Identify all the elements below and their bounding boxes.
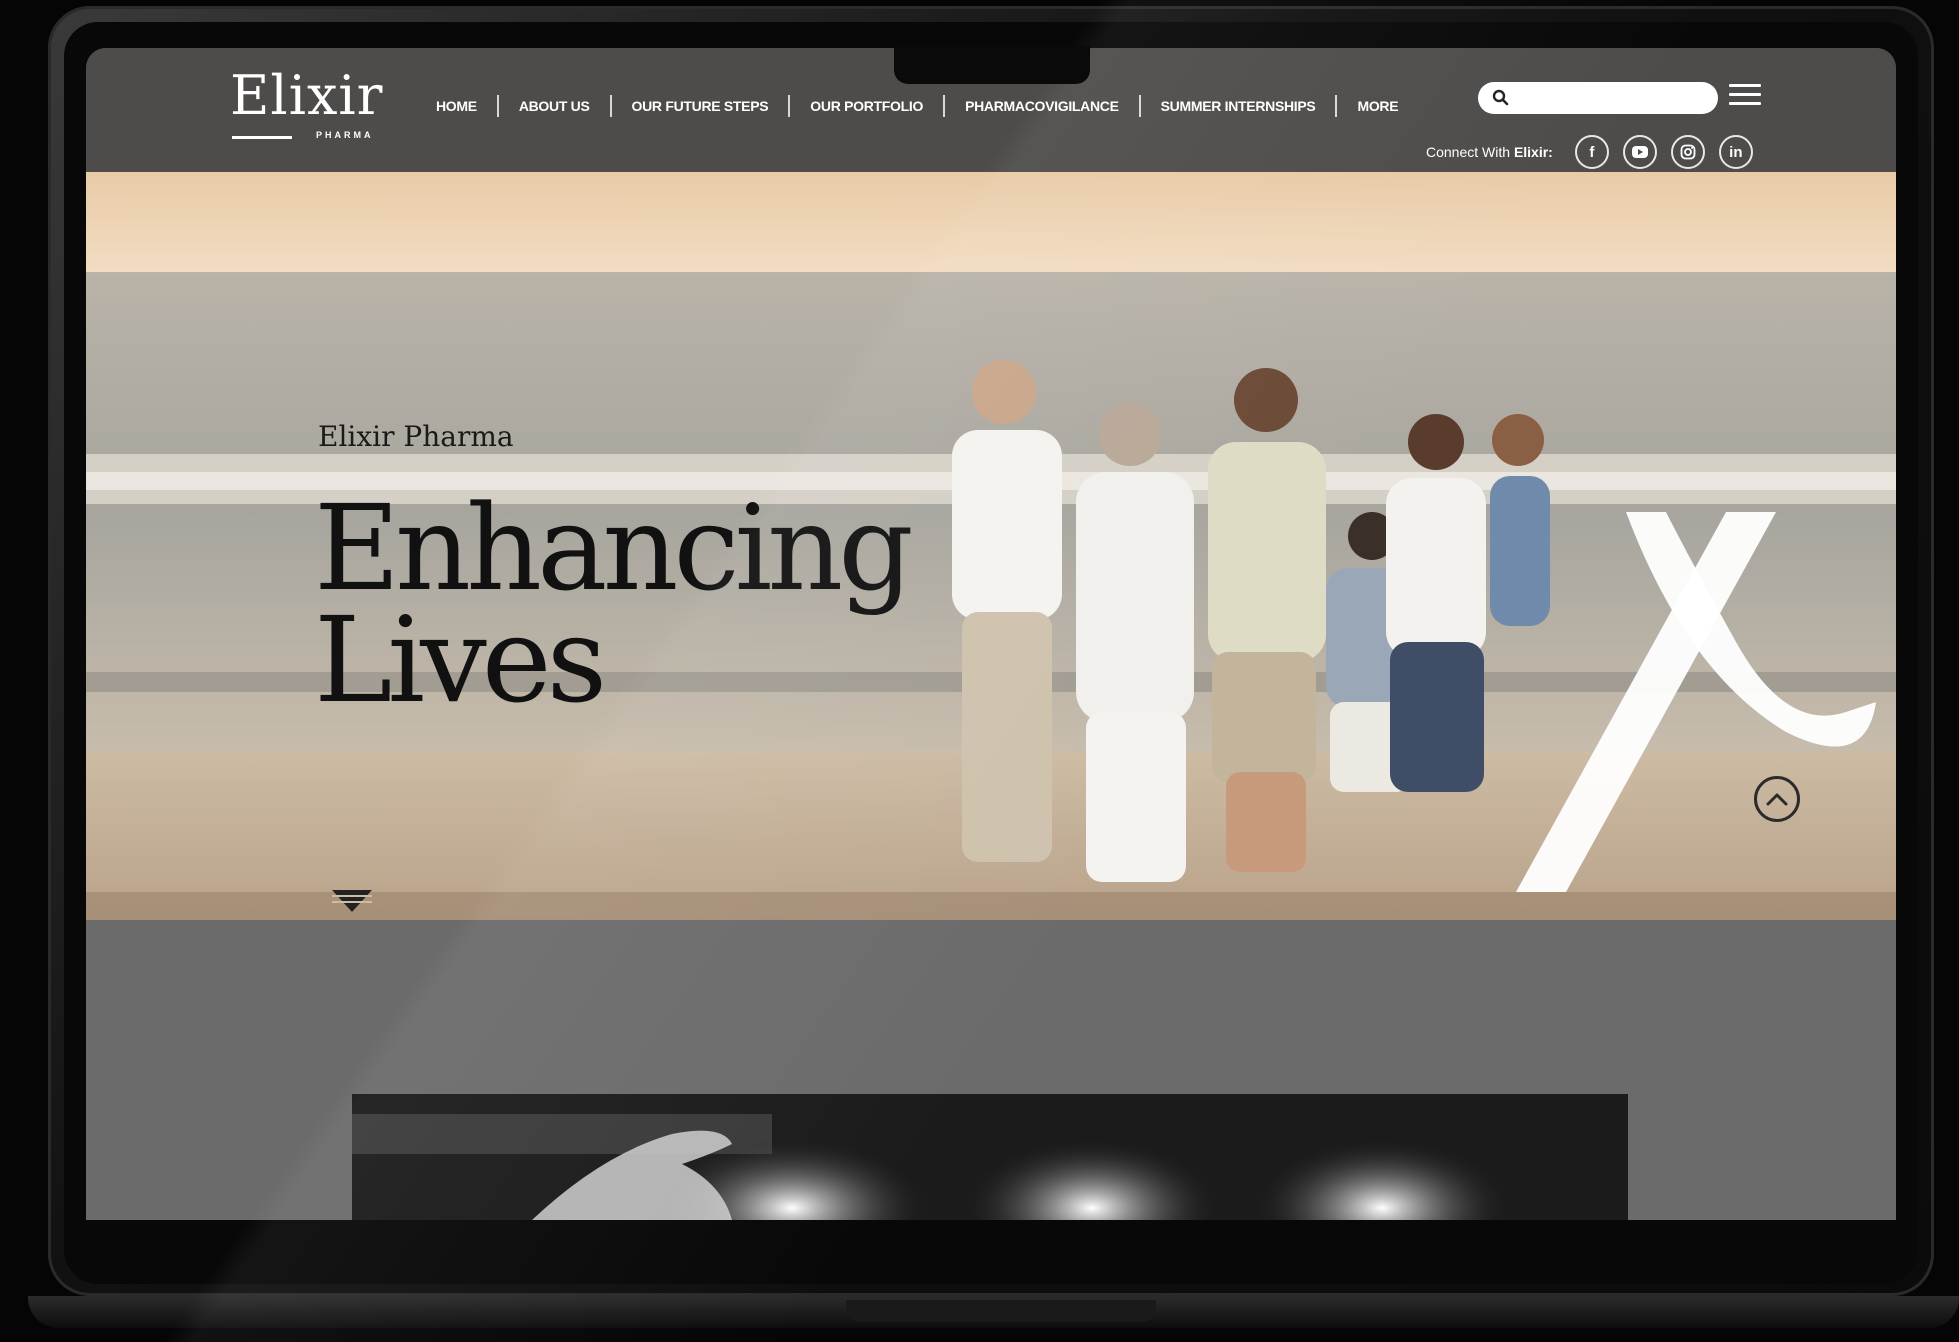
hero-title-line1: Enhancing	[314, 479, 914, 617]
connect-label: Connect With	[1426, 144, 1511, 160]
connect-brand: Elixir:	[1513, 144, 1553, 160]
hero-kicker: Elixir Pharma	[318, 420, 514, 453]
search-input[interactable]	[1514, 89, 1708, 107]
scroll-up-button[interactable]	[1754, 776, 1800, 822]
nav-item-pharmacovigilance[interactable]: PHARMACOVIGILANCE	[945, 95, 1141, 117]
scroll-down-arrow-icon[interactable]	[330, 888, 374, 914]
nav-item-our-portfolio[interactable]: OUR PORTFOLIO	[790, 95, 946, 117]
search-box[interactable]	[1478, 82, 1718, 114]
nav-item-more[interactable]: MORE	[1337, 95, 1418, 117]
hero-title: Enhancing Lives	[314, 479, 914, 729]
instagram-glyph	[1680, 144, 1696, 160]
youtube-icon[interactable]	[1622, 135, 1657, 169]
camera-notch	[894, 46, 1090, 84]
nav-item-summer-internships[interactable]: SUMMER INTERNSHIPS	[1141, 95, 1338, 117]
logo-wordmark: Elixir	[230, 64, 384, 127]
hero-banner: Elixir Pharma Enhancing Lives	[86, 172, 1896, 920]
main-nav: HOME ABOUT US OUR FUTURE STEPS OUR PORTF…	[436, 92, 1418, 120]
nav-item-about-us[interactable]: ABOUT US	[499, 95, 612, 117]
instagram-icon[interactable]	[1670, 135, 1705, 169]
brand-logo[interactable]: Elixir PHARMA	[230, 64, 384, 146]
logo-underline	[232, 136, 292, 139]
nav-item-home[interactable]: HOME	[436, 95, 499, 117]
social-connect: Connect With Elixir: f in	[1426, 134, 1753, 170]
youtube-play-glyph	[1631, 146, 1648, 158]
screen: Elixir PHARMA HOME ABOUT US OUR FUTURE S…	[86, 48, 1896, 1220]
laptop-hinge-notch	[846, 1300, 1156, 1322]
chevron-up-icon	[1766, 793, 1788, 806]
video-banner-preview	[352, 1094, 1628, 1220]
nav-item-our-future-steps[interactable]: OUR FUTURE STEPS	[612, 95, 791, 117]
facebook-icon[interactable]: f	[1574, 135, 1609, 169]
hero-title-line2: Lives	[314, 591, 607, 729]
hamburger-menu-icon[interactable]	[1729, 84, 1761, 108]
hand-light-image	[352, 1094, 1628, 1220]
logo-subtext: PHARMA	[316, 130, 374, 140]
search-icon[interactable]	[1488, 85, 1514, 111]
linkedin-icon[interactable]: in	[1718, 135, 1753, 169]
